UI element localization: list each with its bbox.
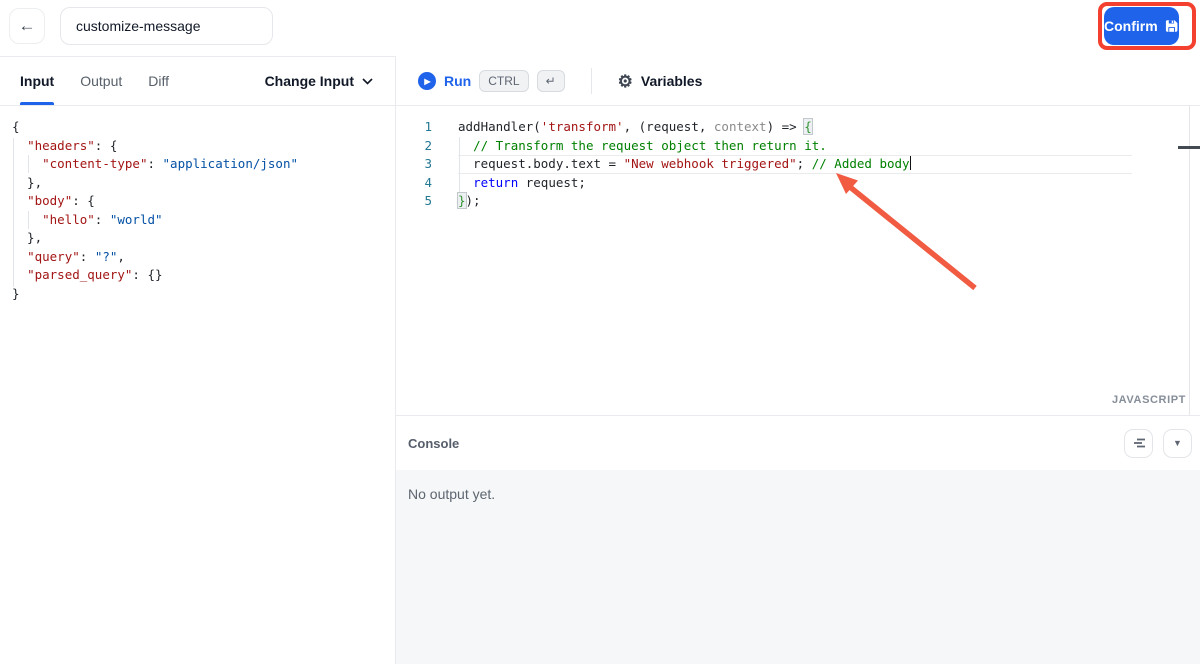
indent-guide <box>458 136 460 192</box>
back-arrow-icon: ← <box>18 16 36 35</box>
line-number: 3 <box>424 156 432 171</box>
console-options-button[interactable]: ▼ <box>1163 428 1192 458</box>
code-line: "hello": "world" <box>42 211 163 227</box>
play-icon: ▶ <box>418 72 436 90</box>
gear-icon: ⚙ <box>617 71 633 91</box>
change-input-label: Change Input <box>264 73 354 89</box>
overview-ruler[interactable] <box>1189 106 1190 415</box>
line-number: 5 <box>424 193 432 208</box>
run-button[interactable]: ▶ Run <box>418 72 471 90</box>
language-label: JAVASCRIPT <box>1111 394 1186 406</box>
code-line: }, <box>12 230 43 245</box>
back-button[interactable]: ← <box>9 8 45 44</box>
input-json-code: { "headers": { "content-type": "applicat… <box>12 118 298 303</box>
code-line: "query": "?", <box>27 248 125 264</box>
line-number-gutter: 1 2 3 4 5 <box>396 118 432 211</box>
tab-input[interactable]: Input <box>20 57 55 105</box>
console-title: Console <box>408 435 460 451</box>
variables-button[interactable]: ⚙ Variables <box>618 73 703 90</box>
code-line: // Transform the request object then ret… <box>473 137 827 153</box>
enter-key-badge: ↵ <box>536 70 565 92</box>
code-line: { <box>12 119 20 134</box>
console-output-area: No output yet. <box>396 470 1200 664</box>
line-number: 4 <box>424 174 432 190</box>
stacked-lines-icon <box>1133 438 1145 448</box>
dropdown-caret-icon: ▼ <box>1173 438 1182 448</box>
chevron-down-icon <box>362 77 373 85</box>
console-header: Console ▼ <box>396 415 1200 470</box>
overview-ruler-cursor-marker <box>1178 146 1200 149</box>
javascript-code-editor[interactable]: 1 2 3 4 5 addHandler('transform', (request, … <box>396 106 1200 415</box>
top-bar: ← Confirm <box>0 0 1200 57</box>
code-lines: addHandler('transform', (request, contex… <box>458 118 1132 211</box>
tab-output[interactable]: Output <box>80 57 122 105</box>
code-line: "parsed_query": {} <box>27 267 163 282</box>
input-tabs-row: Input Output Diff Change Input <box>0 57 395 106</box>
run-button-label: Run <box>444 73 472 89</box>
line-number: 2 <box>424 137 432 153</box>
code-line: }); <box>458 193 481 208</box>
code-line: "headers": { <box>27 137 118 153</box>
code-line: addHandler('transform', (request, contex… <box>458 119 812 134</box>
code-line: return request; <box>473 174 586 190</box>
tab-diff[interactable]: Diff <box>148 57 169 105</box>
line-number: 1 <box>424 119 432 134</box>
console-empty-message: No output yet. <box>408 486 496 502</box>
code-line: "content-type": "application/json" <box>42 156 298 171</box>
code-line: } <box>12 285 20 301</box>
code-line: "body": { <box>27 193 95 208</box>
toolbar-divider <box>590 68 592 94</box>
clear-console-button[interactable] <box>1124 428 1153 458</box>
transformation-name-input[interactable] <box>60 7 273 45</box>
text-cursor <box>909 156 912 170</box>
ctrl-key-badge: CTRL <box>479 70 529 92</box>
input-json-editor[interactable]: { "headers": { "content-type": "applicat… <box>0 106 395 664</box>
code-line: request.body.text = "New webhook trigger… <box>458 155 1132 174</box>
confirm-button[interactable]: Confirm <box>1104 7 1179 45</box>
save-icon <box>1165 20 1178 32</box>
editor-toolbar: ▶ Run CTRL ↵ ⚙ Variables <box>396 57 1200 106</box>
code-line: }, <box>12 174 43 190</box>
variables-label: Variables <box>640 73 703 89</box>
indent-guide <box>28 211 29 229</box>
change-input-dropdown[interactable]: Change Input <box>265 57 373 105</box>
confirm-button-label: Confirm <box>1104 18 1158 34</box>
indent-guide <box>13 138 14 287</box>
indent-guide <box>28 155 29 173</box>
